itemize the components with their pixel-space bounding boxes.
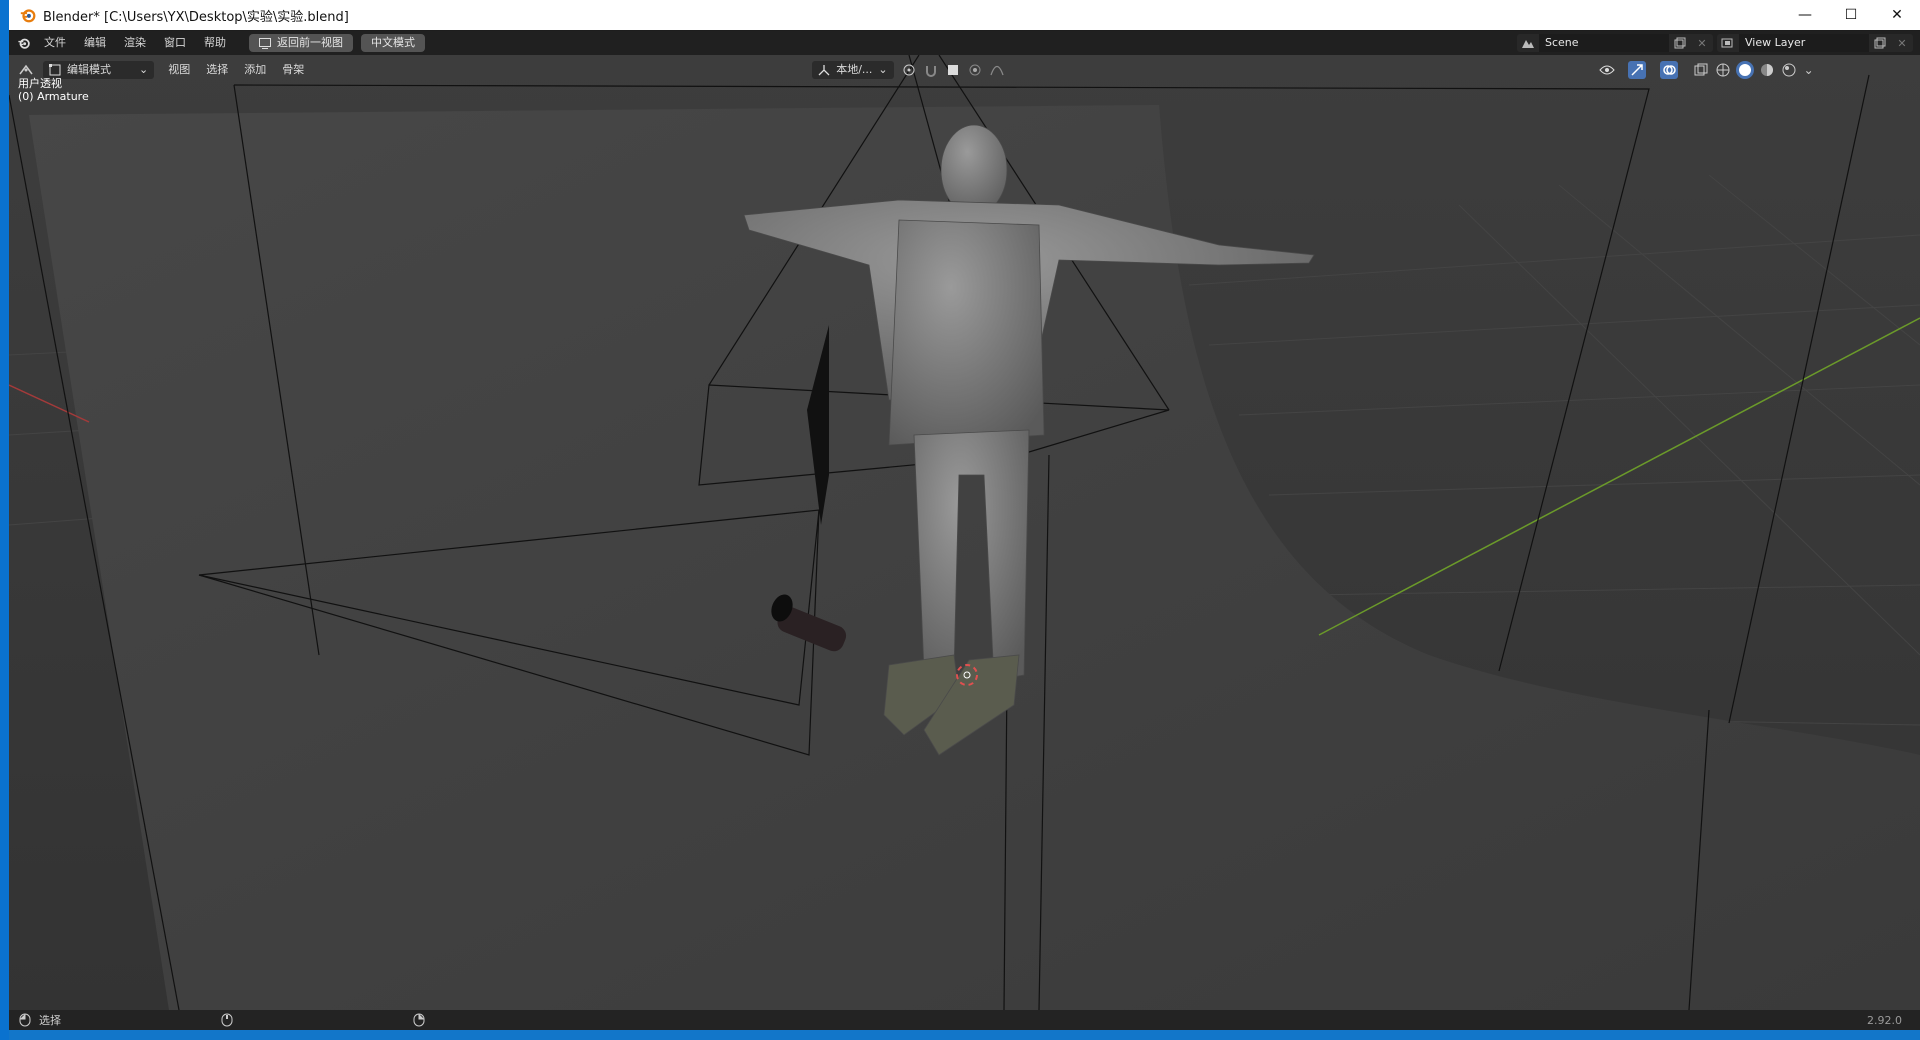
- chevron-down-icon: ⌄: [139, 63, 149, 76]
- menu-file[interactable]: 文件: [35, 31, 75, 55]
- menu-help[interactable]: 帮助: [195, 31, 235, 55]
- menu-add[interactable]: 添加: [236, 61, 274, 79]
- mouse-right-icon: [413, 1013, 425, 1027]
- title-bar: Blender* [C:\Users\YX\Desktop\实验\实验.blen…: [9, 0, 1920, 30]
- visibility-eye-icon[interactable]: [1598, 61, 1616, 79]
- blender-menu-icon[interactable]: [15, 34, 33, 52]
- menu-view[interactable]: 视图: [160, 61, 198, 79]
- top-menubar: 文件 编辑 渲染 窗口 帮助 返回前一视图 中文模式 Scene ✕ View …: [9, 31, 1920, 55]
- view-layer-selector[interactable]: View Layer ✕: [1717, 34, 1913, 52]
- mouse-middle-icon: [221, 1013, 233, 1027]
- blender-window: Blender* [C:\Users\YX\Desktop\实验\实验.blen…: [9, 0, 1920, 1040]
- maximize-button[interactable]: ☐: [1828, 0, 1874, 30]
- pivot-point-icon[interactable]: [900, 61, 918, 79]
- remove-scene-icon[interactable]: ✕: [1693, 34, 1711, 52]
- chinese-mode-button[interactable]: 中文模式: [361, 34, 425, 52]
- object-info-label: (0) Armature: [18, 90, 89, 103]
- wireframe-shading-icon[interactable]: [1714, 61, 1732, 79]
- solid-shading-icon[interactable]: [1735, 61, 1754, 79]
- 3d-viewport[interactable]: 编辑模式 ⌄ 视图 选择 添加 骨架 本地/... ⌄ ⌄ 用户透视 (0) A…: [9, 55, 1920, 1010]
- mode-dropdown-label: 编辑模式: [67, 63, 111, 76]
- orientation-icon: [818, 65, 830, 76]
- viewport-scene: [9, 55, 1920, 1010]
- menu-window[interactable]: 窗口: [155, 31, 195, 55]
- chevron-down-icon: ⌄: [878, 63, 888, 76]
- snap-target-icon[interactable]: [944, 61, 962, 79]
- remove-view-layer-icon[interactable]: ✕: [1893, 34, 1911, 52]
- status-bar: 选择 2.92.0: [9, 1010, 1920, 1030]
- blender-logo-icon: [20, 9, 36, 23]
- view-layer-field[interactable]: View Layer: [1739, 34, 1869, 52]
- close-button[interactable]: ✕: [1874, 0, 1920, 30]
- view-name-label: 用户透视: [18, 77, 62, 90]
- new-view-layer-icon[interactable]: [1871, 34, 1889, 52]
- overlays-toggle-icon[interactable]: [1659, 61, 1678, 79]
- window-title: Blender* [C:\Users\YX\Desktop\实验\实验.blen…: [43, 9, 349, 25]
- menu-armature[interactable]: 骨架: [274, 61, 312, 79]
- snap-icon[interactable]: [922, 61, 940, 79]
- proportional-edit-icon[interactable]: [966, 61, 984, 79]
- xray-toggle-icon[interactable]: [1692, 61, 1710, 79]
- chevron-down-icon[interactable]: ⌄: [1804, 63, 1814, 77]
- back-to-previous-button[interactable]: 返回前一视图: [249, 34, 353, 52]
- gizmo-toggle-icon[interactable]: [1627, 61, 1646, 79]
- menu-select[interactable]: 选择: [198, 61, 236, 79]
- back-view-icon: [259, 37, 271, 49]
- scene-name-field[interactable]: Scene: [1539, 34, 1669, 52]
- version-label: 2.92.0: [1867, 1013, 1902, 1027]
- menu-edit[interactable]: 编辑: [75, 31, 115, 55]
- new-scene-icon[interactable]: [1671, 34, 1689, 52]
- rendered-shading-icon[interactable]: [1780, 61, 1798, 79]
- transform-orientation-label: 本地/...: [836, 63, 873, 76]
- chinese-mode-label: 中文模式: [371, 36, 415, 49]
- scene-selector[interactable]: Scene ✕: [1517, 34, 1713, 52]
- menu-render[interactable]: 渲染: [115, 31, 155, 55]
- transform-orientation-dropdown[interactable]: 本地/... ⌄: [812, 61, 894, 79]
- scene-icon: [1519, 34, 1537, 52]
- taskbar-strip: [9, 1030, 1920, 1040]
- material-preview-icon[interactable]: [1758, 61, 1776, 79]
- mouse-left-icon: [19, 1013, 31, 1027]
- status-select-label: 选择: [39, 1014, 61, 1027]
- back-to-previous-label: 返回前一视图: [277, 36, 343, 49]
- viewport-header: 编辑模式 ⌄ 视图 选择 添加 骨架 本地/... ⌄ ⌄: [9, 55, 1920, 85]
- falloff-icon[interactable]: [988, 61, 1006, 79]
- view-layer-icon: [1719, 34, 1737, 52]
- minimize-button[interactable]: —: [1782, 0, 1828, 30]
